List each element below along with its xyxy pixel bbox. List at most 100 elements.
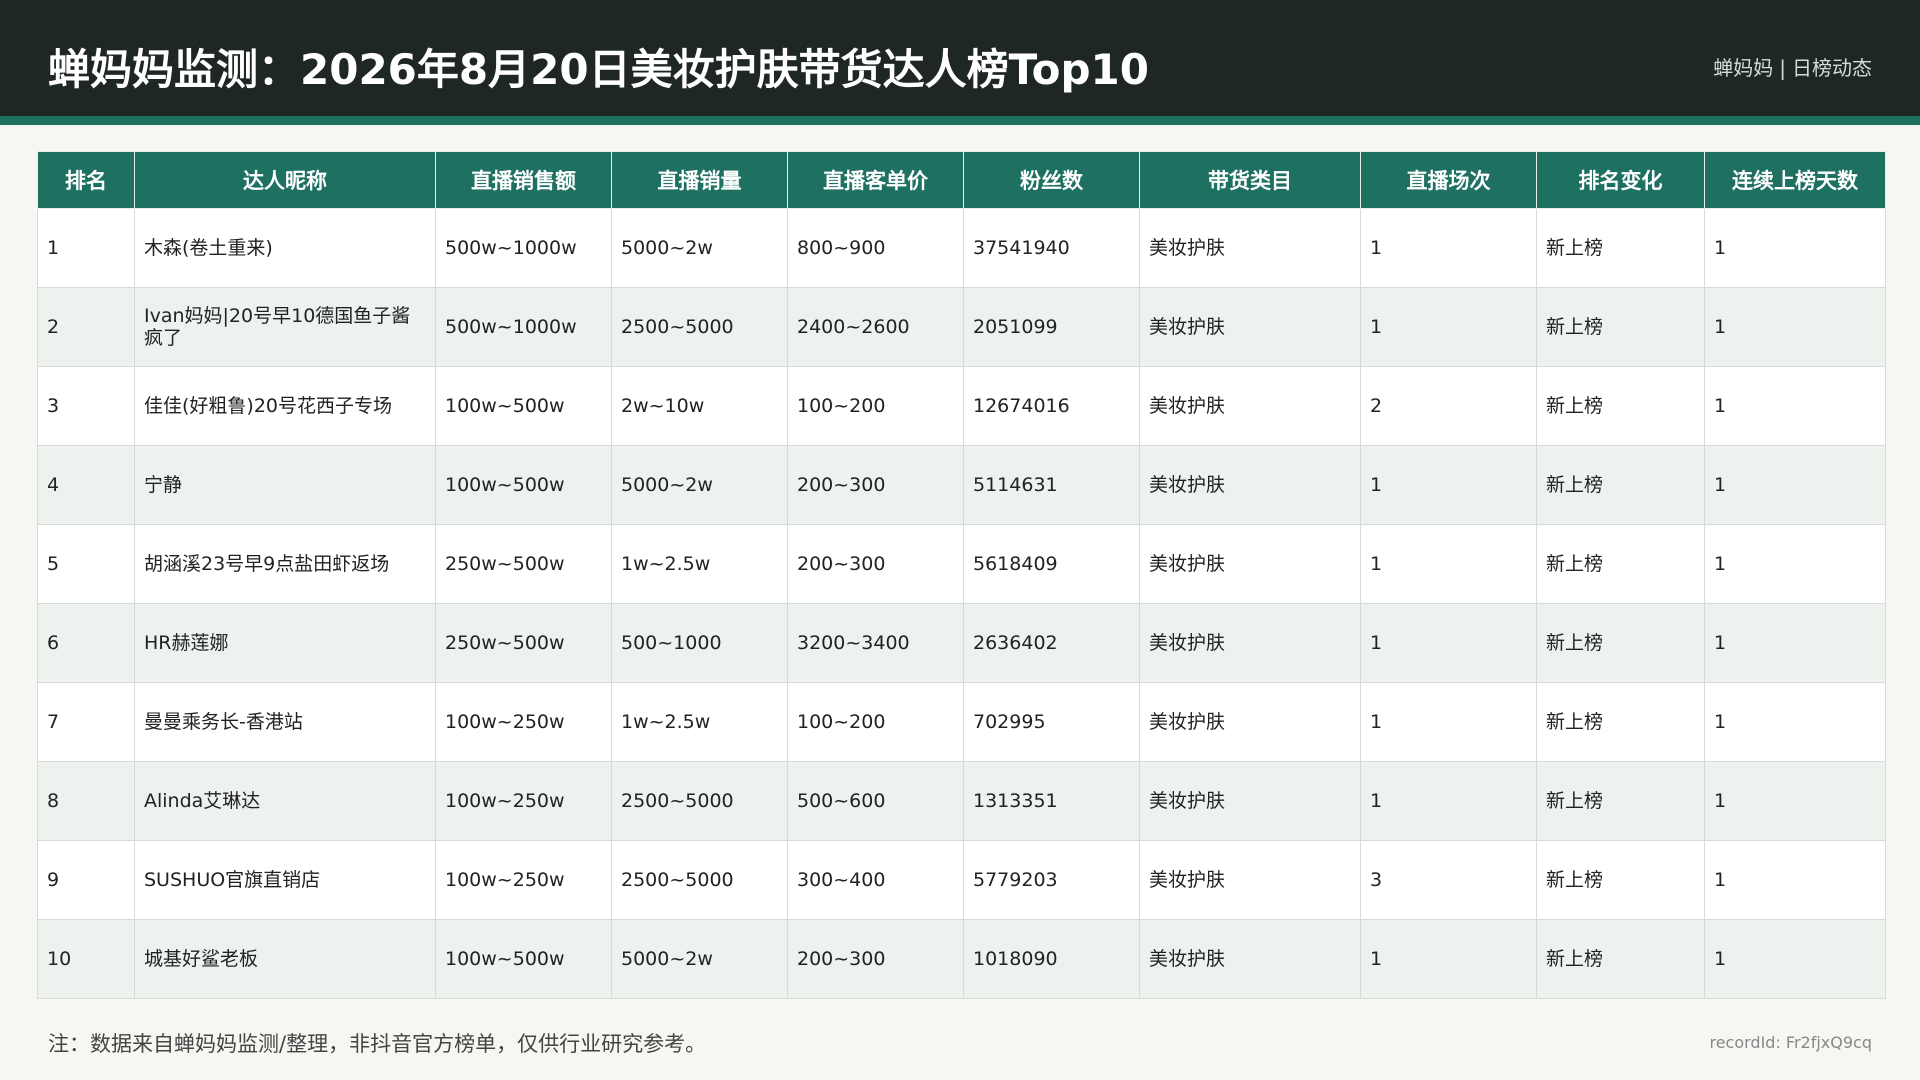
rank-cell: 10 — [37, 919, 135, 999]
live-sales-cell: 250w~500w — [435, 524, 612, 604]
nickname-cell: SUSHUO官旗直销店 — [134, 840, 436, 920]
unit-price-cell: 200~300 — [787, 524, 964, 604]
unit-price-cell: 200~300 — [787, 919, 964, 999]
sessions-cell: 1 — [1360, 524, 1537, 604]
live-sales-cell: 100w~250w — [435, 840, 612, 920]
table-row[interactable]: 6 HR赫莲娜 250w~500w 500~1000 3200~3400 2636402 美… — [37, 603, 1886, 683]
table-row[interactable]: 7 曼曼乘务长-香港站 100w~250w 1w~2.5w 100~200 702995 美… — [37, 682, 1886, 762]
rank-cell: 5 — [37, 524, 135, 604]
category-cell: 美妆护肤 — [1139, 840, 1361, 920]
table-row[interactable]: 2 Ivan妈妈|20号早10德国鱼子酱疯了 500w~1000w 2500~5000… — [37, 287, 1886, 367]
sessions-cell: 2 — [1360, 366, 1537, 446]
category-cell: 美妆护肤 — [1139, 919, 1361, 999]
data-source-note: 注：数据来自蝉妈妈监测/整理，非抖音官方榜单，仅供行业研究参考。 — [48, 1032, 707, 1056]
followers-cell: 5779203 — [963, 840, 1140, 920]
column-header-live-volume[interactable]: 直播销量 — [611, 151, 788, 209]
rank-cell: 1 — [37, 208, 135, 288]
ranking-table-container: 排名 达人昵称 直播销售额 直播销量 直播客单价 粉丝数 带货类目 直播场次 排… — [37, 151, 1886, 999]
unit-price-cell: 2400~2600 — [787, 287, 964, 367]
rank-cell: 7 — [37, 682, 135, 762]
category-cell: 美妆护肤 — [1139, 603, 1361, 683]
table-row[interactable]: 3 佳佳(好粗鲁)20号花西子专场 100w~500w 2w~10w 100~200 12… — [37, 366, 1886, 446]
nickname-cell: 宁静 — [134, 445, 436, 525]
live-volume-cell: 2500~5000 — [611, 840, 788, 920]
live-sales-cell: 500w~1000w — [435, 287, 612, 367]
live-sales-cell: 100w~250w — [435, 682, 612, 762]
sessions-cell: 1 — [1360, 287, 1537, 367]
streak-days-cell: 1 — [1704, 366, 1886, 446]
live-volume-cell: 2500~5000 — [611, 287, 788, 367]
column-header-rank-change[interactable]: 排名变化 — [1536, 151, 1705, 209]
header-accent-stripe — [0, 116, 1920, 125]
live-sales-cell: 500w~1000w — [435, 208, 612, 288]
sessions-cell: 1 — [1360, 919, 1537, 999]
live-sales-cell: 250w~500w — [435, 603, 612, 683]
streak-days-cell: 1 — [1704, 919, 1886, 999]
rank-cell: 3 — [37, 366, 135, 446]
column-header-sessions[interactable]: 直播场次 — [1360, 151, 1537, 209]
column-header-unit-price[interactable]: 直播客单价 — [787, 151, 964, 209]
followers-cell: 2636402 — [963, 603, 1140, 683]
rank-change-cell: 新上榜 — [1536, 603, 1705, 683]
unit-price-cell: 100~200 — [787, 366, 964, 446]
table-row[interactable]: 4 宁静 100w~500w 5000~2w 200~300 5114631 美妆护肤 1 新上… — [37, 445, 1886, 525]
column-header-streak-days[interactable]: 连续上榜天数 — [1704, 151, 1886, 209]
followers-cell: 2051099 — [963, 287, 1140, 367]
nickname-cell: 木森(卷土重来) — [134, 208, 436, 288]
column-header-rank[interactable]: 排名 — [37, 151, 135, 209]
category-cell: 美妆护肤 — [1139, 366, 1361, 446]
table-row[interactable]: 10 城基好鲨老板 100w~500w 5000~2w 200~300 1018090 美妆… — [37, 919, 1886, 999]
category-cell: 美妆护肤 — [1139, 761, 1361, 841]
rank-change-cell: 新上榜 — [1536, 366, 1705, 446]
table-row[interactable]: 1 木森(卷土重来) 500w~1000w 5000~2w 800~900 3754194… — [37, 208, 1886, 288]
brand-label: 蝉妈妈 | 日榜动态 — [1713, 52, 1872, 81]
rank-change-cell: 新上榜 — [1536, 761, 1705, 841]
record-id: recordId: Fr2fjxQ9cq — [1709, 1033, 1872, 1052]
nickname-cell: 佳佳(好粗鲁)20号花西子专场 — [134, 366, 436, 446]
nickname-cell: 曼曼乘务长-香港站 — [134, 682, 436, 762]
sessions-cell: 1 — [1360, 761, 1537, 841]
live-sales-cell: 100w~500w — [435, 445, 612, 525]
live-volume-cell: 1w~2.5w — [611, 524, 788, 604]
nickname-cell: HR赫莲娜 — [134, 603, 436, 683]
category-cell: 美妆护肤 — [1139, 445, 1361, 525]
followers-cell: 702995 — [963, 682, 1140, 762]
unit-price-cell: 3200~3400 — [787, 603, 964, 683]
table-row[interactable]: 8 Alinda艾琳达 100w~250w 2500~5000 500~600 13133… — [37, 761, 1886, 841]
nickname-cell: 胡涵溪23号早9点盐田虾返场 — [134, 524, 436, 604]
nickname-cell: Alinda艾琳达 — [134, 761, 436, 841]
unit-price-cell: 500~600 — [787, 761, 964, 841]
rank-change-cell: 新上榜 — [1536, 682, 1705, 762]
followers-cell: 12674016 — [963, 366, 1140, 446]
live-sales-cell: 100w~250w — [435, 761, 612, 841]
section-name: 日榜动态 — [1792, 56, 1872, 80]
table-row[interactable]: 5 胡涵溪23号早9点盐田虾返场 250w~500w 1w~2.5w 200~300 56… — [37, 524, 1886, 604]
rank-change-cell: 新上榜 — [1536, 445, 1705, 525]
unit-price-cell: 800~900 — [787, 208, 964, 288]
rank-cell: 2 — [37, 287, 135, 367]
rank-cell: 9 — [37, 840, 135, 920]
streak-days-cell: 1 — [1704, 761, 1886, 841]
rank-cell: 4 — [37, 445, 135, 525]
rank-cell: 8 — [37, 761, 135, 841]
sessions-cell: 3 — [1360, 840, 1537, 920]
brand-name: 蝉妈妈 — [1713, 56, 1774, 80]
rank-change-cell: 新上榜 — [1536, 840, 1705, 920]
column-header-live-sales[interactable]: 直播销售额 — [435, 151, 612, 209]
table-body: 1 木森(卷土重来) 500w~1000w 5000~2w 800~900 3754194… — [37, 208, 1886, 999]
rank-cell: 6 — [37, 603, 135, 683]
table-row[interactable]: 9 SUSHUO官旗直销店 100w~250w 2500~5000 300~400 577… — [37, 840, 1886, 920]
category-cell: 美妆护肤 — [1139, 208, 1361, 288]
live-volume-cell: 1w~2.5w — [611, 682, 788, 762]
streak-days-cell: 1 — [1704, 603, 1886, 683]
rank-change-cell: 新上榜 — [1536, 287, 1705, 367]
column-header-followers[interactable]: 粉丝数 — [963, 151, 1140, 209]
unit-price-cell: 100~200 — [787, 682, 964, 762]
category-cell: 美妆护肤 — [1139, 682, 1361, 762]
streak-days-cell: 1 — [1704, 840, 1886, 920]
sessions-cell: 1 — [1360, 445, 1537, 525]
column-header-nickname[interactable]: 达人昵称 — [134, 151, 436, 209]
column-header-category[interactable]: 带货类目 — [1139, 151, 1361, 209]
live-volume-cell: 5000~2w — [611, 919, 788, 999]
rank-change-cell: 新上榜 — [1536, 919, 1705, 999]
